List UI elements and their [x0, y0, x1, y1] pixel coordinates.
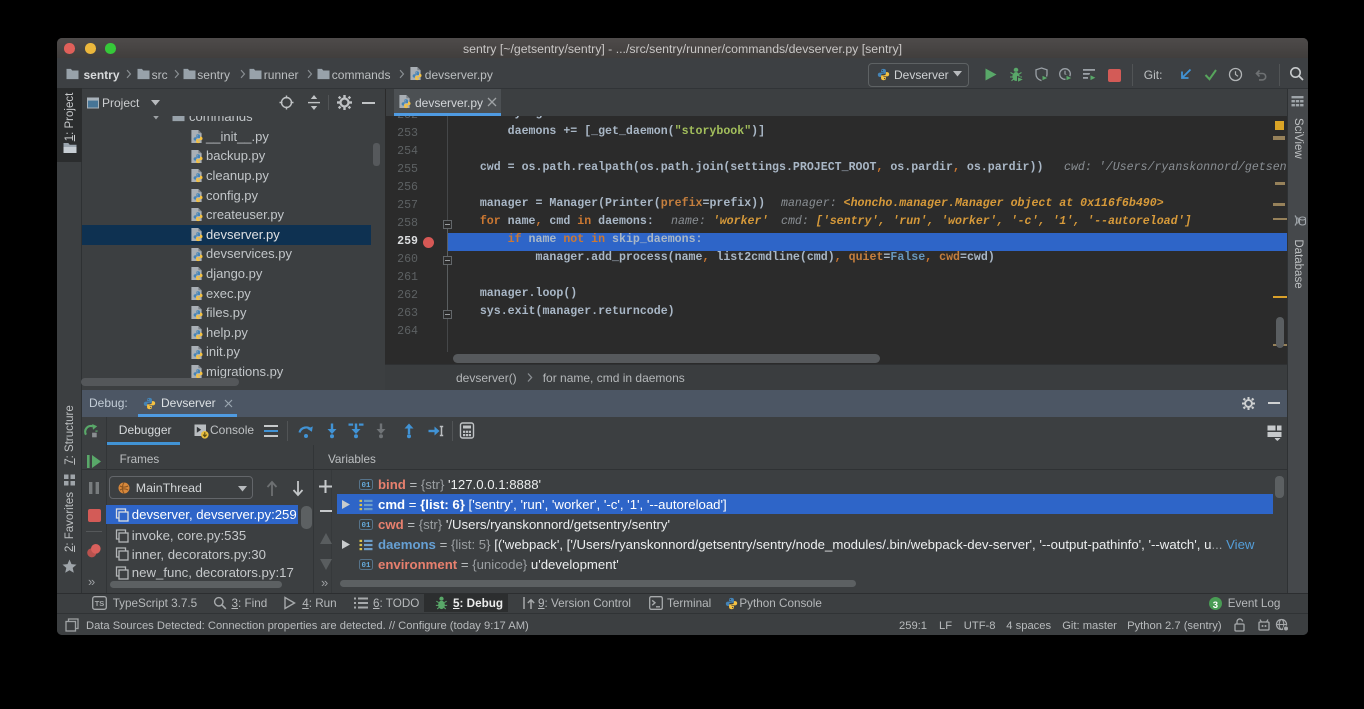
svg-text:01: 01 [361, 522, 371, 530]
svg-text:01: 01 [361, 562, 371, 570]
svg-text:TS: TS [95, 599, 105, 608]
svg-text:01: 01 [361, 482, 371, 490]
